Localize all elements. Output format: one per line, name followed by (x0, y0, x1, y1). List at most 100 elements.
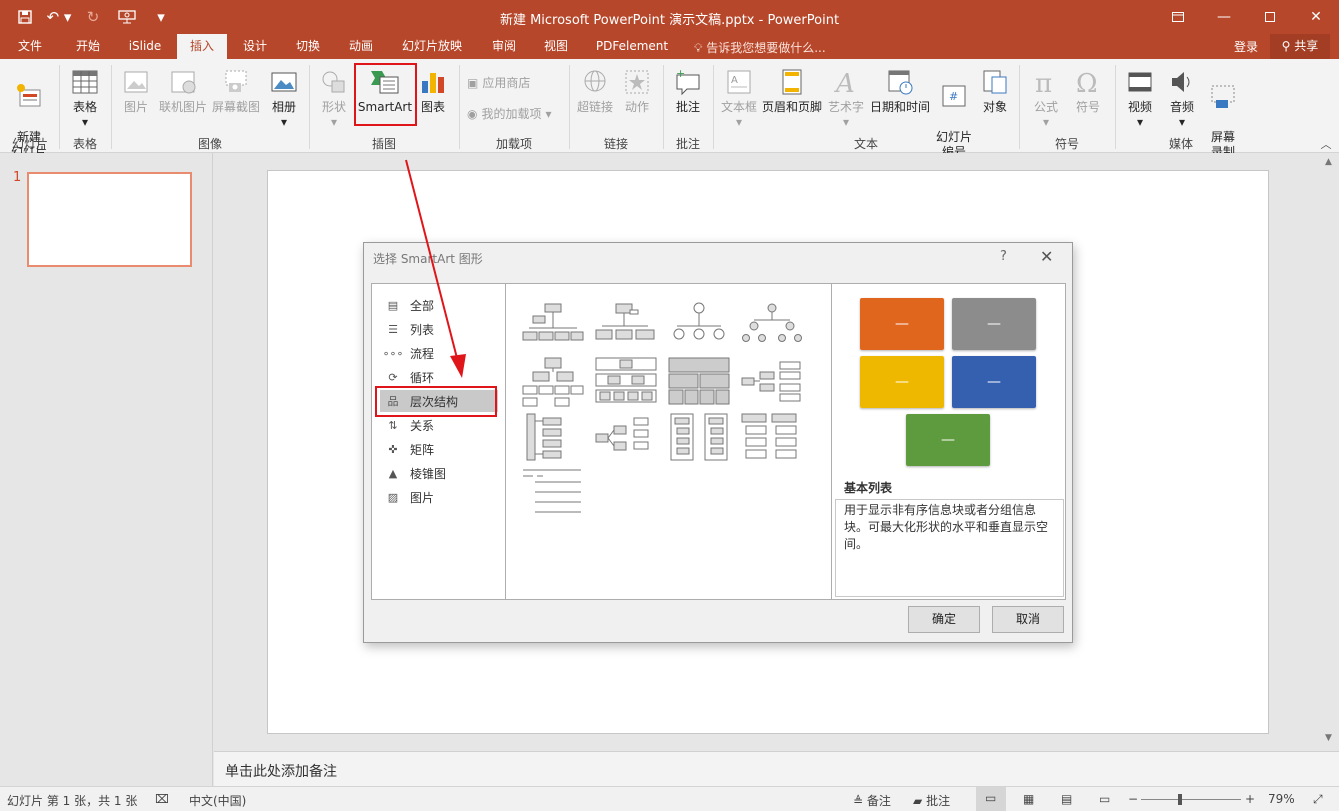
zoom-out-icon[interactable]: − (1128, 792, 1138, 806)
album-button[interactable]: 相册 ▾ (264, 67, 304, 130)
layout-labeled-hierarchy[interactable] (594, 356, 658, 408)
chart-button[interactable]: 图表 (418, 67, 448, 115)
comments-toggle[interactable]: ▰ 批注 (913, 792, 950, 809)
category-relationship[interactable]: ⇅ 关系 (380, 414, 498, 436)
table-button[interactable]: 表格 ▾ (64, 67, 106, 130)
wordart-icon: A (834, 69, 855, 97)
shapes-button[interactable]: 形状 ▾ (314, 67, 354, 130)
layout-org-chart[interactable] (521, 300, 585, 352)
svg-text:π: π (1035, 69, 1052, 97)
layout-hierarchy[interactable] (521, 356, 585, 408)
slide-sorter-icon[interactable]: ▦ (1023, 792, 1034, 806)
layout-text-hierarchy[interactable] (521, 468, 585, 520)
tab-slideshow[interactable]: 幻灯片放映 (396, 34, 468, 59)
category-picture[interactable]: ▨ 图片 (380, 486, 498, 508)
language-indicator[interactable]: 中文(中国) (189, 792, 246, 809)
layout-labeled-org[interactable] (740, 412, 804, 464)
maximize-icon[interactable] (1247, 0, 1293, 34)
header-footer-button[interactable]: 页眉和页脚 (760, 67, 824, 115)
category-all[interactable]: ▤ 全部 (380, 294, 498, 316)
chevron-down-icon: ▾ (842, 115, 850, 129)
category-label: 全部 (410, 298, 435, 313)
close-icon[interactable]: ✕ (1293, 0, 1339, 34)
tab-pdfelement[interactable]: PDFelement (590, 34, 674, 59)
category-list-item[interactable]: ☰ 列表 (380, 318, 498, 340)
wordart-label: 艺术字 (827, 100, 864, 114)
share-button[interactable]: ⚲ 共享 (1270, 34, 1330, 59)
ok-button[interactable]: 确定 (908, 606, 980, 633)
layout-half-circle-org-chart[interactable] (667, 300, 731, 352)
category-process[interactable]: ∘∘∘ 流程 (380, 342, 498, 364)
smartart-dialog: 选择 SmartArt 图形 ? ✕ ▤ 全部 ☰ 列表 ∘∘∘ 流程 ⟳ 循环 品层次… (363, 242, 1073, 643)
layout-horizontal-multi-level[interactable] (594, 412, 658, 464)
hyperlink-button[interactable]: 超链接 (574, 67, 616, 115)
store-button[interactable]: ▣ 应用商店 (467, 74, 530, 91)
video-button[interactable]: 视频 ▾ (1120, 67, 1160, 130)
spellcheck-icon[interactable]: ⌧ (155, 792, 169, 806)
scroll-down-icon[interactable]: ▼ (1325, 733, 1332, 743)
tab-file[interactable]: 文件 (8, 34, 52, 59)
zoom-level[interactable]: 79% (1268, 792, 1295, 806)
textbox-button[interactable]: A 文本框 ▾ (718, 67, 760, 130)
layout-circle-picture-hierarchy[interactable] (740, 300, 804, 352)
category-matrix[interactable]: ✜ 矩阵 (380, 438, 498, 460)
my-addins-button[interactable]: ◉ 我的加载项 ▾ (467, 105, 552, 122)
notes-pane[interactable]: 单击此处添加备注 (214, 751, 1339, 786)
textbox-icon: A (727, 70, 751, 94)
online-picture-button[interactable]: 联机图片 (158, 67, 208, 115)
tell-me-box[interactable]: 💡︎ 告诉我您想要做什么... (694, 39, 826, 56)
collapse-ribbon-icon[interactable]: ︿ (1318, 137, 1334, 152)
tab-home[interactable]: 开始 (64, 34, 112, 59)
normal-view-button[interactable]: ▭ (976, 787, 1006, 811)
cancel-button[interactable]: 取消 (992, 606, 1064, 633)
hierarchy-highlight-box (375, 386, 497, 417)
dialog-title: 选择 SmartArt 图形 (373, 252, 483, 266)
reading-view-icon[interactable]: ▤ (1061, 792, 1072, 806)
dialog-close-icon[interactable]: ✕ (1040, 247, 1053, 266)
layout-horizontal-hierarchy[interactable] (740, 356, 804, 408)
scroll-up-icon[interactable]: ▲ (1325, 157, 1332, 167)
category-cycle[interactable]: ⟳ 循环 (380, 366, 498, 388)
tab-transitions[interactable]: 切换 (284, 34, 332, 59)
category-pyramid[interactable]: ▲ 棱锥图 (380, 462, 498, 484)
object-button[interactable]: 对象 (976, 67, 1014, 115)
zoom-slider[interactable] (1141, 799, 1241, 800)
pyramid-icon: ▲ (388, 466, 398, 480)
tab-view[interactable]: 视图 (532, 34, 580, 59)
vertical-scrollbar[interactable]: ▲ ▼ (1320, 153, 1339, 751)
list-icon: ☰ (388, 322, 398, 336)
login-link[interactable]: 登录 (1234, 38, 1258, 55)
layout-table-hierarchy[interactable] (667, 356, 731, 408)
tab-animations[interactable]: 动画 (337, 34, 385, 59)
layout-hierarchy-list[interactable] (667, 412, 731, 464)
minimize-icon[interactable]: — (1201, 0, 1247, 34)
layout-name-title-org-chart[interactable] (594, 300, 658, 352)
ribbon-display-icon[interactable] (1155, 0, 1201, 34)
group-media-label: 媒体 (1168, 137, 1193, 151)
wordart-button[interactable]: A 艺术字 ▾ (826, 67, 866, 130)
preview-title: 基本列表 (844, 481, 893, 495)
layout-lined-list[interactable] (521, 412, 585, 464)
action-button[interactable]: 动作 (618, 67, 656, 115)
person-icon: ⚲ (1281, 39, 1291, 53)
category-label: 图片 (410, 490, 435, 505)
datetime-button[interactable]: 日期和时间 (868, 67, 932, 115)
normal-view-icon: ▭ (985, 791, 997, 805)
notes-toggle[interactable]: ≜ 备注 (853, 792, 891, 809)
slideshow-icon[interactable]: ▭ (1099, 792, 1110, 806)
zoom-in-icon[interactable]: + (1245, 792, 1255, 806)
picture-button[interactable]: 图片 (116, 67, 156, 115)
fit-to-window-icon[interactable]: ⤢ (1313, 792, 1323, 807)
zoom-slider-thumb[interactable] (1178, 794, 1182, 805)
screenshot-button[interactable]: 屏幕截图 (210, 67, 262, 115)
tab-review[interactable]: 审阅 (480, 34, 528, 59)
equation-button[interactable]: π 公式 ▾ (1026, 67, 1066, 130)
tab-islide[interactable]: iSlide (122, 34, 168, 59)
tab-insert[interactable]: 插入 (177, 34, 227, 59)
tab-design[interactable]: 设计 (231, 34, 279, 59)
symbol-button[interactable]: Ω 符号 (1068, 67, 1108, 115)
slide-thumbnail[interactable] (27, 172, 192, 267)
audio-button[interactable]: 音频 ▾ (1162, 67, 1202, 130)
help-button[interactable]: ? (1000, 249, 1007, 264)
comment-button[interactable]: + 批注 (668, 67, 708, 115)
